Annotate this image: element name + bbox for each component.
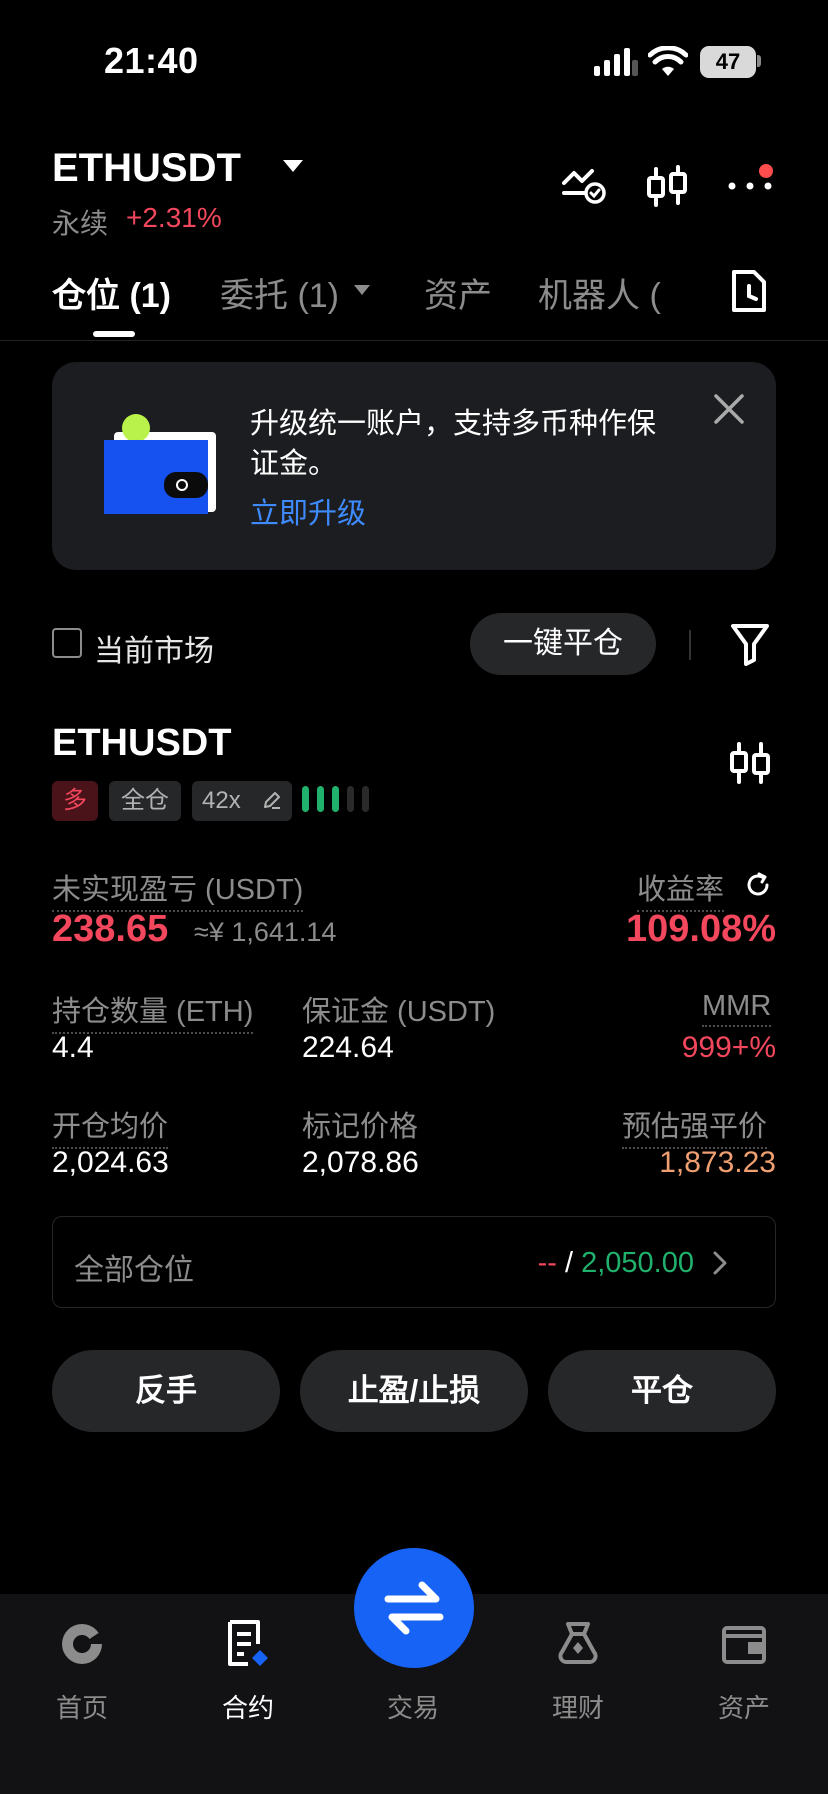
risk-bar-2 <box>317 786 324 812</box>
tabs-divider <box>0 340 828 341</box>
margin-mode-tag[interactable]: 全仓 <box>109 781 181 821</box>
edit-leverage-icon[interactable] <box>262 790 282 810</box>
price-change: +2.31% <box>126 202 222 233</box>
unrealized-pnl-value: 238.65 <box>52 908 169 950</box>
margin-value: 224.64 <box>302 1031 394 1064</box>
unrealized-pnl-label[interactable]: 未实现盈亏 (USDT) <box>52 866 304 912</box>
tab-positions[interactable]: 仓位 (1) <box>52 268 171 317</box>
futures-icon[interactable] <box>222 1618 274 1670</box>
tab-orders[interactable]: 委托 (1) <box>220 268 339 317</box>
risk-bar-4 <box>347 786 354 812</box>
nav-earn-label[interactable]: 理财 <box>518 1688 638 1725</box>
roe-label[interactable]: 收益率 <box>637 866 725 912</box>
nav-trade-label[interactable]: 交易 <box>353 1688 473 1725</box>
contract-type: 永续 <box>52 208 109 239</box>
tab-active-indicator <box>93 331 135 337</box>
trade-swap-icon[interactable] <box>382 1580 446 1636</box>
liq-price-label[interactable]: 预估强平价 <box>622 1103 768 1149</box>
earn-icon[interactable] <box>552 1618 604 1670</box>
wallet-icon[interactable] <box>718 1618 770 1670</box>
all-positions-label: 全部仓位 <box>74 1254 194 1287</box>
side-tag: 多 <box>52 781 98 821</box>
tpsl-button[interactable]: 止盈/止损 <box>300 1350 528 1432</box>
all-positions-tpsl-value: -- / 2,050.00 <box>500 1247 694 1280</box>
current-market-label[interactable]: 当前市场 <box>94 626 214 670</box>
wallet-illustration-icon <box>104 414 216 514</box>
liq-price-value: 1,873.23 <box>659 1146 776 1179</box>
cellular-signal-icon <box>594 48 638 76</box>
upgrade-now-link[interactable]: 立即升级 <box>250 490 366 532</box>
risk-bar-1 <box>302 786 309 812</box>
mark-price-label: 标记价格 <box>302 1111 419 1143</box>
refresh-roe-icon[interactable] <box>744 871 772 899</box>
price-alert-icon[interactable] <box>560 163 608 211</box>
leverage-value: 42x <box>202 787 241 814</box>
banner-message: 升级统一账户，支持多币种作保证金。 <box>250 408 657 480</box>
nav-futures-label[interactable]: 合约 <box>188 1688 308 1725</box>
status-time: 21:40 <box>104 40 199 81</box>
entry-price-label[interactable]: 开仓均价 <box>52 1103 169 1149</box>
risk-bar-5 <box>362 786 369 812</box>
close-position-button[interactable]: 平仓 <box>548 1350 776 1432</box>
position-chart-icon[interactable] <box>728 740 772 786</box>
symbol-dropdown-icon[interactable] <box>283 160 303 172</box>
battery-level: 47 <box>700 46 756 78</box>
mmr-value: 999+% <box>681 1031 776 1064</box>
nav-assets-label[interactable]: 资产 <box>684 1688 804 1725</box>
position-symbol[interactable]: ETHUSDT <box>52 722 231 765</box>
tab-bots[interactable]: 机器人 ( <box>538 268 668 317</box>
more-options-icon[interactable] <box>726 160 774 208</box>
battery-tip <box>757 55 761 67</box>
mmr-label[interactable]: MMR <box>702 990 772 1027</box>
tab-assets[interactable]: 资产 <box>424 268 492 317</box>
size-label[interactable]: 持仓数量 (ETH) <box>52 988 254 1034</box>
chevron-right-icon <box>713 1251 727 1275</box>
sl-value: 2,050.00 <box>581 1247 694 1279</box>
entry-price-value: 2,024.63 <box>52 1146 169 1179</box>
reverse-button[interactable]: 反手 <box>52 1350 280 1432</box>
home-icon[interactable] <box>56 1618 108 1670</box>
symbol-title[interactable]: ETHUSDT <box>52 146 241 191</box>
filter-icon[interactable] <box>730 622 770 666</box>
margin-label: 保证金 (USDT) <box>302 996 496 1028</box>
tp-value: -- <box>537 1247 557 1279</box>
wifi-icon <box>648 46 688 76</box>
candlestick-chart-icon[interactable] <box>644 163 692 211</box>
size-value: 4.4 <box>52 1031 94 1064</box>
filter-divider <box>689 630 691 660</box>
current-market-checkbox[interactable] <box>52 628 82 658</box>
nav-home-label[interactable]: 首页 <box>22 1688 142 1725</box>
unrealized-pnl-cny: ≈¥ 1,641.14 <box>194 917 337 947</box>
tab-orders-dropdown-icon[interactable] <box>354 285 370 297</box>
roe-value: 109.08% <box>625 908 776 950</box>
order-history-icon[interactable] <box>728 268 770 314</box>
tpsl-separator: / <box>564 1247 574 1279</box>
close-all-button[interactable]: 一键平仓 <box>470 613 656 675</box>
banner-close-icon[interactable] <box>712 392 746 426</box>
risk-bar-3 <box>332 786 339 812</box>
mark-price-value: 2,078.86 <box>302 1146 419 1179</box>
